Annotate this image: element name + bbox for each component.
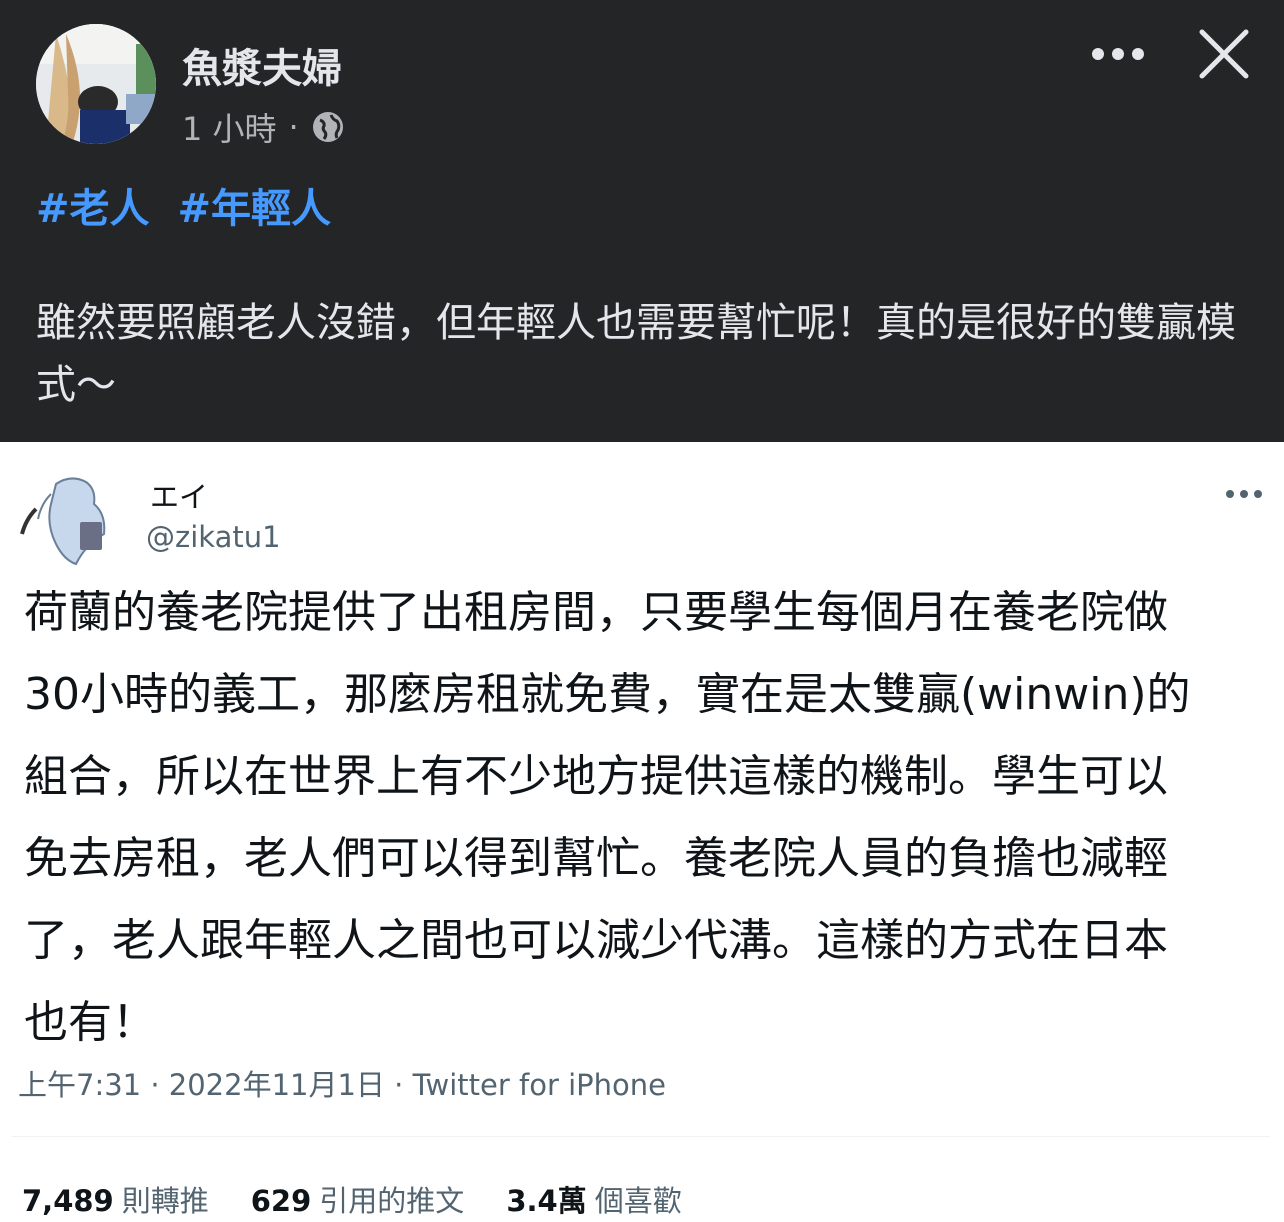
post-meta: 1 小時 · — [182, 104, 345, 150]
tweet-timestamp[interactable]: 上午7:31 · 2022年11月1日 · Twitter for iPhone — [18, 1062, 666, 1104]
quote-count[interactable]: 629 引用的推文 — [251, 1178, 465, 1220]
retweet-value: 7,489 — [22, 1184, 114, 1218]
quote-label: 引用的推文 — [319, 1184, 465, 1218]
quote-value: 629 — [250, 1184, 312, 1218]
close-icon[interactable] — [1196, 26, 1252, 82]
post-time[interactable]: 1 小時 — [182, 104, 277, 150]
tweet-screenshot: エイ @zikatu1 荷蘭的養老院提供了出租房間，只要學生每個月在養老院做30… — [0, 442, 1284, 1222]
retweet-label: 則轉推 — [121, 1184, 209, 1218]
tweet-more-icon[interactable] — [1224, 486, 1264, 502]
more-options-icon[interactable] — [1088, 36, 1148, 72]
meta-separator: · — [288, 108, 299, 146]
globe-icon[interactable] — [311, 110, 345, 144]
author-name[interactable]: 魚漿夫婦 — [182, 36, 342, 94]
author-avatar[interactable] — [36, 24, 156, 144]
like-value: 3.4萬 — [506, 1184, 587, 1218]
tweet-text: 荷蘭的養老院提供了出租房間，只要學生每個月在養老院做30小時的義工，那麼房租就免… — [24, 587, 1191, 1048]
tweet-display-name[interactable]: エイ — [150, 474, 208, 516]
hashtag-elderly[interactable]: #老人 — [36, 186, 150, 232]
retweet-count[interactable]: 7,489 則轉推 — [22, 1178, 209, 1220]
like-label: 個喜歡 — [594, 1184, 682, 1218]
tweet-avatar — [16, 464, 126, 574]
tweet-stats: 7,489 則轉推 629 引用的推文 3.4萬 個喜歡 — [22, 1178, 682, 1220]
hashtag-young[interactable]: #年輕人 — [177, 186, 331, 232]
facebook-post: 魚漿夫婦 1 小時 · #老人 #年輕人 雖然要照顧老人沒錯，但年輕人也需要幫忙… — [0, 0, 1284, 442]
hashtags: #老人 #年輕人 — [36, 176, 345, 234]
post-text: 雖然要照顧老人沒錯，但年輕人也需要幫忙呢！真的是很好的雙贏模式～ — [36, 300, 1236, 408]
like-count[interactable]: 3.4萬 個喜歡 — [506, 1178, 681, 1220]
tweet-handle[interactable]: @zikatu1 — [146, 520, 281, 554]
divider — [12, 1136, 1270, 1137]
